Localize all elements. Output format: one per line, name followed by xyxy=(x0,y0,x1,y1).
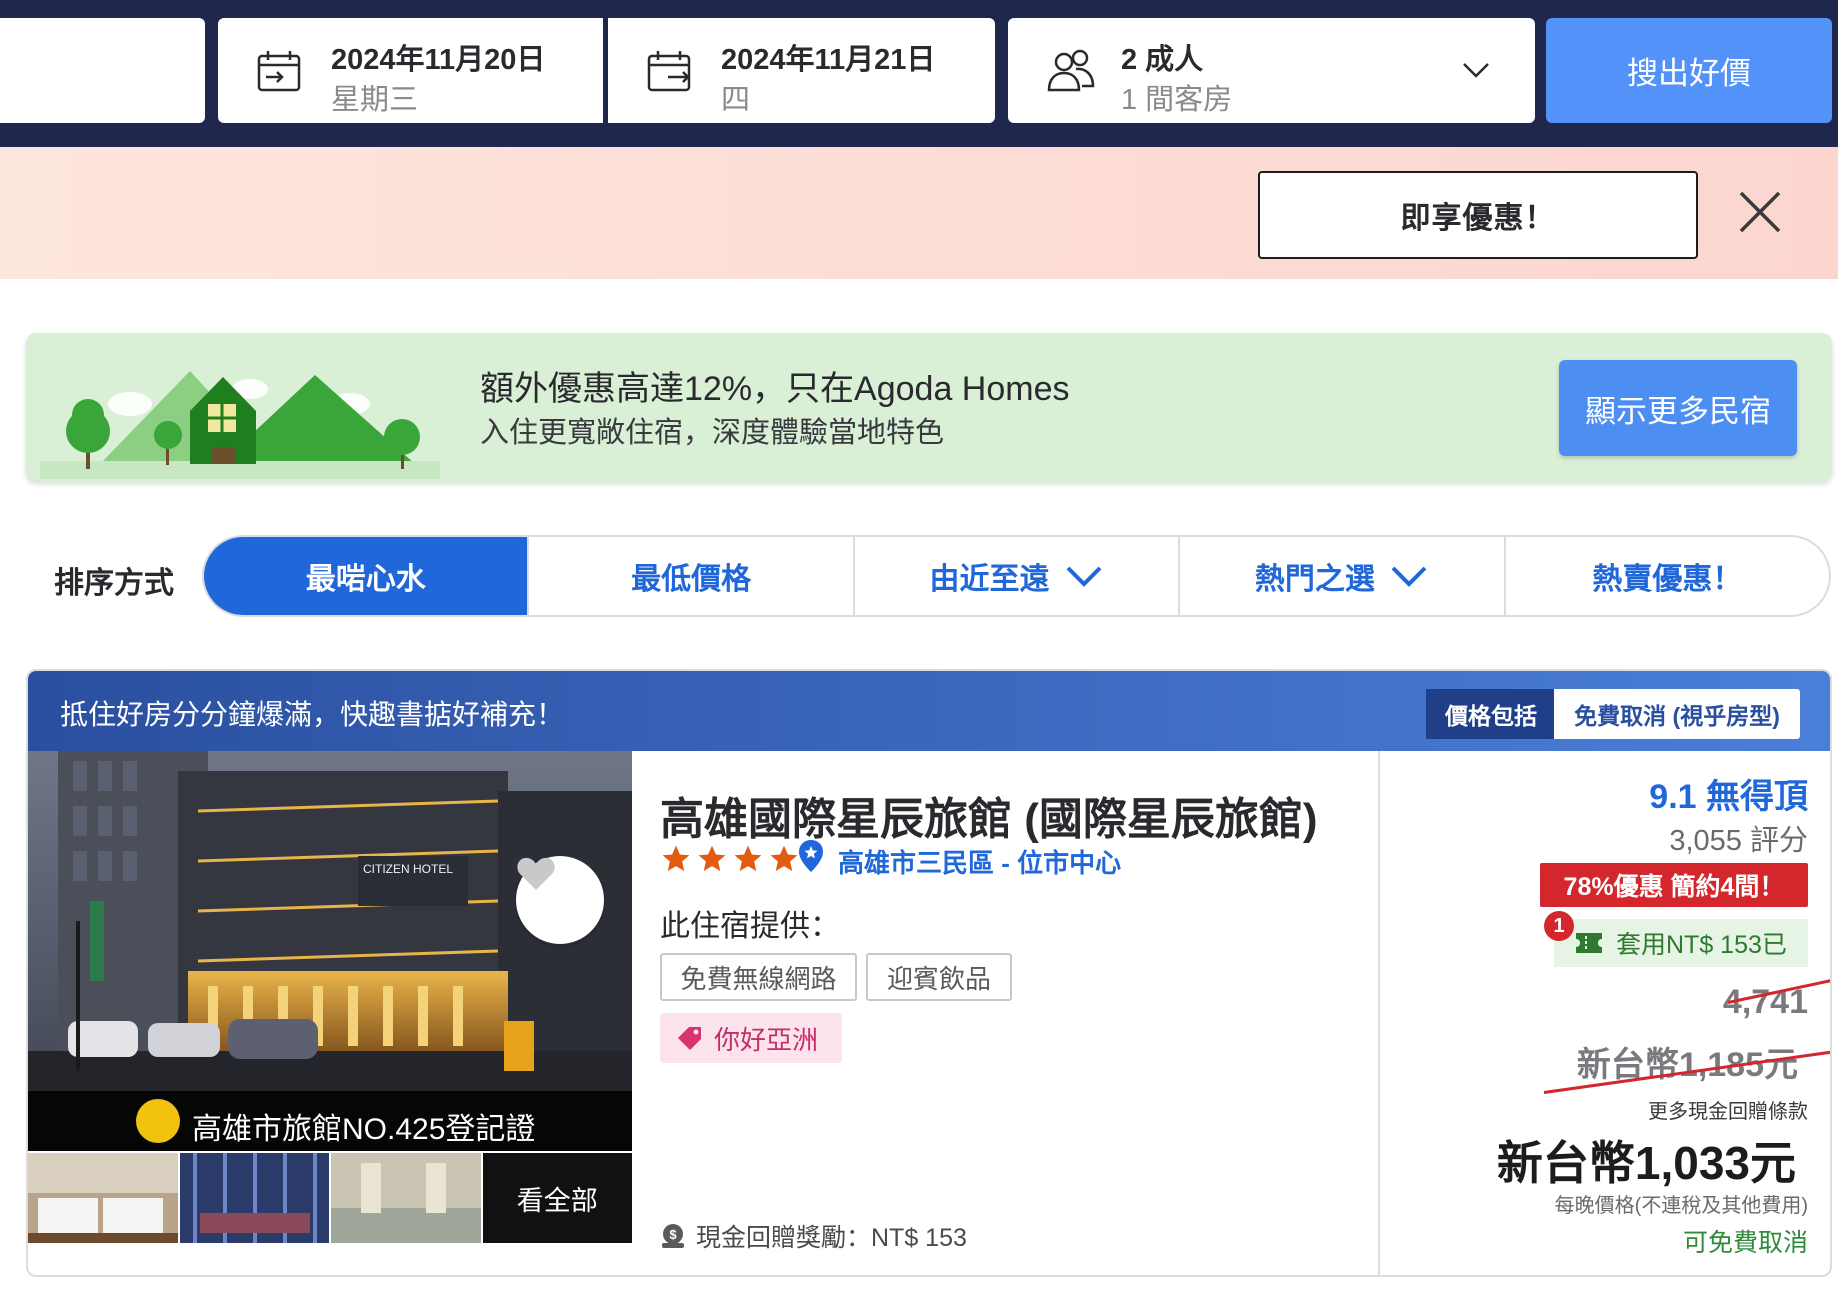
star-rating xyxy=(660,843,800,877)
search-button[interactable]: 搜出好價 xyxy=(1546,18,1832,123)
hotel-card[interactable]: 抵住好房分分鐘爆滿，快趣書掂好補充！ 價格包括 免費取消 (視乎房型) CITI… xyxy=(26,669,1832,1277)
amenity-wifi: 免費無線網路 xyxy=(660,953,857,1001)
hotel-name[interactable]: 高雄國際星辰旅館 (國際星辰旅館) xyxy=(660,783,1318,847)
chevron-down-icon xyxy=(1066,566,1101,587)
per-night-note: 每晚價格(不連稅及其他費用) xyxy=(1554,1195,1808,1217)
hall-photo xyxy=(331,1153,481,1243)
final-price: 新台幣1,033元 xyxy=(1496,1137,1796,1189)
sort-tab-label: 熱賣優惠！ xyxy=(1592,563,1743,596)
thumbnail-room[interactable] xyxy=(28,1153,178,1243)
program-tag-label: 你好亞洲 xyxy=(714,1024,819,1055)
heart-icon xyxy=(517,857,555,890)
people-icon xyxy=(1047,49,1095,92)
coupon-text: 套用NT$ 153已 xyxy=(1616,931,1787,959)
program-tag: 你好亞洲 xyxy=(660,1013,842,1063)
promo-banner: 即享優惠！ xyxy=(0,147,1838,279)
thumbnail-hall[interactable] xyxy=(331,1153,481,1243)
chevron-down-icon xyxy=(1391,566,1427,587)
map-pin-icon xyxy=(799,840,823,872)
sort-tab-best-match[interactable]: 最啱心水 xyxy=(204,537,528,615)
favorite-button[interactable] xyxy=(516,856,604,944)
checkin-field[interactable]: 2024年11月20日 星期三 xyxy=(218,18,603,123)
review-score[interactable]: 9.1 無得頂 xyxy=(1649,769,1808,818)
calendar-checkin-icon xyxy=(257,51,301,92)
close-icon[interactable] xyxy=(1735,187,1785,237)
sort-tab-label: 最啱心水 xyxy=(305,563,426,596)
cashback-reward: $ 現金回贈獎勵：NT$ 153 xyxy=(660,1218,967,1254)
provides-label: 此住宿提供： xyxy=(660,910,840,943)
cashback-icon: $ xyxy=(662,1224,684,1248)
calendar-checkout-icon xyxy=(647,51,691,92)
sort-tabs: 最啱心水 最低價格 由近至遠 熱門之選 熱賣優惠！ xyxy=(202,535,1831,617)
rooms-count: 1 間客房 xyxy=(1121,84,1233,116)
checkin-date: 2024年11月20日 xyxy=(331,44,546,76)
card-urgency-header: 抵住好房分分鐘爆滿，快趣書掂好補充！ 價格包括 免費取消 (視乎房型) xyxy=(28,671,1830,751)
homes-subtitle: 入住更寬敞住宿，深度體驗當地特色 xyxy=(480,417,945,449)
search-bar: 2024年11月20日 星期三 2024年11月21日 四 2 成人 1 間客房… xyxy=(0,0,1838,147)
sort-label: 排序方式 xyxy=(54,567,174,600)
tag-icon xyxy=(678,1027,701,1050)
coupon-count-badge: 1 xyxy=(1544,911,1574,941)
see-all-photos-button[interactable]: 看全部 xyxy=(482,1153,632,1243)
star-icon xyxy=(698,845,726,871)
thumbnail-lobby[interactable] xyxy=(179,1153,329,1243)
sort-tab-hot-deals[interactable]: 熱賣優惠！ xyxy=(1503,537,1829,615)
coupon-icon xyxy=(1576,933,1602,953)
cashback-terms-link[interactable]: 更多現金回贈條款 xyxy=(1648,1095,1808,1124)
star-icon xyxy=(662,845,690,871)
adults-count: 2 成人 xyxy=(1121,44,1204,76)
price-includes-label: 價格包括 xyxy=(1426,689,1556,739)
sort-tab-label: 最低價格 xyxy=(631,563,752,596)
deal-badge: 78%優惠 簡約4間！ xyxy=(1540,863,1808,907)
homes-illustration xyxy=(40,371,440,479)
sort-tab-lowest-price[interactable]: 最低價格 xyxy=(527,537,852,615)
see-all-label: 看全部 xyxy=(516,1185,598,1216)
sort-tab-distance[interactable]: 由近至遠 xyxy=(852,537,1178,615)
show-more-homes-button[interactable]: 顯示更多民宿 xyxy=(1559,360,1797,456)
svg-text:$: $ xyxy=(669,1227,677,1242)
photo-thumbnails: 看全部 xyxy=(28,1153,632,1243)
free-cancellation-text: 可免費取消 xyxy=(1682,1229,1808,1257)
review-count: 3,055 評分 xyxy=(1669,825,1808,857)
chevron-down-icon[interactable] xyxy=(1461,60,1491,80)
promo-deal-button[interactable]: 即享優惠！ xyxy=(1258,171,1698,259)
homes-title: 額外優惠高達12%，只在Agoda Homes xyxy=(480,370,1070,408)
star-icon xyxy=(734,845,762,871)
agoda-homes-banner: 額外優惠高達12%，只在Agoda Homes 入住更寬敞住宿，深度體驗當地特色… xyxy=(26,333,1832,481)
svg-text:CITIZEN HOTEL: CITIZEN HOTEL xyxy=(363,862,453,876)
checkin-weekday: 星期三 xyxy=(331,84,419,116)
license-text: 高雄市旅館NO.425登記證 xyxy=(192,1113,536,1146)
hotel-location-link[interactable]: 高雄市三民區 - 位市中心 xyxy=(838,843,1121,880)
hotel-main-photo[interactable]: CITIZEN HOTEL 高雄市旅館NO.425登記證 xyxy=(28,751,632,1151)
checkout-date: 2024年11月21日 xyxy=(721,44,936,76)
guests-field[interactable]: 2 成人 1 間客房 xyxy=(1008,18,1535,123)
checkout-field[interactable]: 2024年11月21日 四 xyxy=(608,18,995,123)
free-cancellation-tag: 免費取消 (視乎房型) xyxy=(1554,689,1800,739)
lobby-photo xyxy=(179,1153,329,1243)
sort-tab-popular[interactable]: 熱門之選 xyxy=(1178,537,1503,615)
urgency-message: 抵住好房分分鐘爆滿，快趣書掂好補充！ xyxy=(60,699,565,730)
sort-tab-label: 熱門之選 xyxy=(1254,563,1375,596)
room-photo xyxy=(28,1153,178,1243)
destination-field[interactable] xyxy=(0,18,205,123)
price-column-divider xyxy=(1378,751,1380,1275)
amenity-welcome-drink: 迎賓飲品 xyxy=(866,953,1012,1001)
cashback-text: 現金回贈獎勵：NT$ 153 xyxy=(696,1224,967,1252)
license-logo xyxy=(136,1099,180,1143)
star-icon xyxy=(770,845,798,871)
coupon-chip[interactable]: 套用NT$ 153已 xyxy=(1554,919,1808,967)
license-strip: 高雄市旅館NO.425登記證 xyxy=(28,1091,632,1151)
sort-tab-label: 由近至遠 xyxy=(929,563,1050,596)
checkout-weekday: 四 xyxy=(721,84,751,116)
